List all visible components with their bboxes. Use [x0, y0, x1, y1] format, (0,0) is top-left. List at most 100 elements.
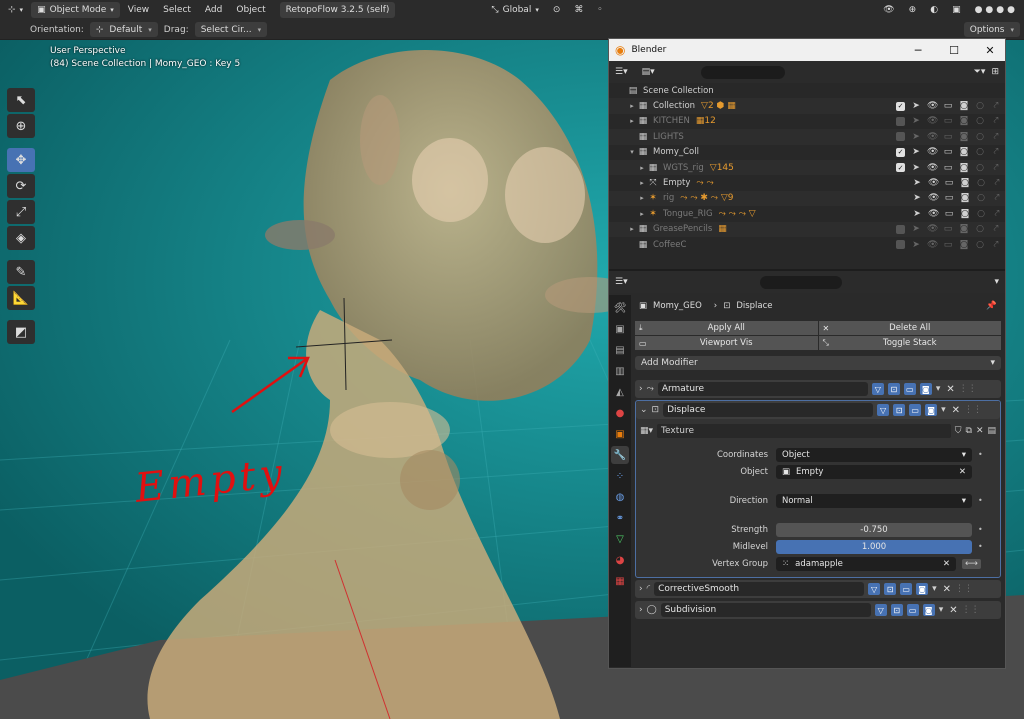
- monitor-icon[interactable]: ▭: [943, 101, 953, 111]
- view-layer-tab[interactable]: ▥: [611, 362, 629, 380]
- minimize-button[interactable]: ─: [903, 44, 933, 57]
- object-field[interactable]: ▣ Empty ✕: [776, 464, 972, 479]
- outliner-row[interactable]: ▸ ✶ Tongue_RIG ⤳ ⤳ ⤳ ▽ ➤ 👁 ▭ ◙ ○ ⤤: [609, 206, 1005, 221]
- clear-icon[interactable]: ✕: [943, 559, 950, 569]
- indirect-only-icon[interactable]: ⤤: [991, 116, 1001, 126]
- shading-buttons[interactable]: ●●●●: [969, 2, 1024, 18]
- direction-dropdown[interactable]: Normal ▾: [776, 493, 972, 508]
- holdout-icon[interactable]: ○: [975, 224, 985, 234]
- drag-handle-icon[interactable]: ⋮⋮: [964, 405, 982, 415]
- editmode-toggle-icon[interactable]: ▽: [877, 404, 890, 416]
- mode-dropdown[interactable]: ▣ Object Mode ▾: [31, 2, 120, 18]
- indirect-only-icon[interactable]: ⤤: [991, 224, 1001, 234]
- keyframe-dot-icon[interactable]: •: [978, 525, 983, 534]
- chevron-down-icon[interactable]: ▾: [941, 405, 946, 415]
- eye-icon[interactable]: 👁: [927, 132, 938, 142]
- texture-tab[interactable]: ▦: [611, 572, 629, 590]
- select-arrow-icon[interactable]: ➤: [912, 178, 922, 188]
- viewport-toggle-icon[interactable]: ▭: [903, 383, 916, 395]
- monitor-icon[interactable]: ▭: [943, 240, 953, 250]
- camera-icon[interactable]: ◙: [960, 209, 970, 219]
- select-arrow-icon[interactable]: ➤: [911, 116, 921, 126]
- holdout-icon[interactable]: ○: [975, 116, 985, 126]
- holdout-icon[interactable]: ○: [975, 101, 985, 111]
- chevron-down-icon[interactable]: ▾: [936, 384, 941, 394]
- properties-options-button[interactable]: ▾: [994, 277, 999, 287]
- new-collection-icon[interactable]: ⊞: [991, 67, 999, 77]
- camera-icon[interactable]: ◙: [959, 147, 969, 157]
- expand-arrow-icon[interactable]: ▸: [637, 194, 647, 202]
- camera-icon[interactable]: ◙: [959, 240, 969, 250]
- viewport-toggle-icon[interactable]: ▭: [909, 404, 922, 416]
- properties-search-input[interactable]: [759, 275, 842, 289]
- orientation-dropdown[interactable]: ⤡ Global ▾: [485, 2, 544, 18]
- proportional-button[interactable]: ◦: [591, 2, 608, 18]
- expand-arrow-icon[interactable]: ›: [639, 605, 643, 615]
- viewport-toggle-icon[interactable]: ▭: [906, 604, 919, 616]
- data-tab[interactable]: ▽: [611, 530, 629, 548]
- drag-setting[interactable]: Select Cir... ▾: [194, 22, 268, 37]
- expand-arrow-icon[interactable]: ▸: [627, 102, 637, 110]
- outliner-row[interactable]: ▸ ▦ WGTS_rig ▽145 ✓ ➤ 👁 ▭ ◙ ○ ⤤: [609, 159, 1005, 176]
- indirect-only-icon[interactable]: ⤤: [991, 240, 1001, 250]
- drag-handle-icon[interactable]: ⋮⋮: [962, 605, 980, 615]
- subdivision-name-field[interactable]: Subdivision: [660, 603, 871, 617]
- expand-arrow-icon[interactable]: ▸: [627, 117, 637, 125]
- holdout-icon[interactable]: ○: [975, 132, 985, 142]
- eye-icon[interactable]: 👁: [928, 178, 939, 188]
- menu-view[interactable]: View: [122, 5, 155, 15]
- outliner-row[interactable]: ▦ CoffeeC ➤ 👁 ▭ ◙ ○ ⤤: [609, 237, 1005, 252]
- retopoflow-button[interactable]: RetopoFlow 3.2.5 (self): [279, 2, 396, 18]
- pivot-button[interactable]: ⊙: [547, 2, 567, 18]
- annotate-tool-button[interactable]: ✎: [7, 260, 35, 284]
- eye-icon[interactable]: 👁: [927, 163, 938, 173]
- checker-texture-icon[interactable]: ▦▾: [640, 426, 653, 436]
- editmode-toggle-icon[interactable]: ▽: [868, 583, 881, 595]
- menu-object[interactable]: Object: [230, 5, 271, 15]
- expand-arrow-icon[interactable]: ▸: [627, 225, 637, 233]
- material-tab[interactable]: ◕: [611, 551, 629, 569]
- add-cube-tool-button[interactable]: ◩: [7, 320, 35, 344]
- output-tab[interactable]: ▤: [611, 341, 629, 359]
- corrective-name-field[interactable]: CorrectiveSmooth: [654, 582, 865, 596]
- camera-icon[interactable]: ◙: [959, 163, 969, 173]
- cage-toggle-icon[interactable]: ⊡: [893, 404, 906, 416]
- display-mode-button[interactable]: ▤▾: [642, 67, 655, 77]
- measure-tool-button[interactable]: 📐: [7, 286, 35, 310]
- drag-handle-icon[interactable]: ⋮⋮: [959, 384, 977, 394]
- select-arrow-icon[interactable]: ➤: [911, 163, 921, 173]
- camera-icon[interactable]: ◙: [959, 101, 969, 111]
- vertex-group-field[interactable]: ⁙ adamapple ✕: [776, 556, 956, 571]
- gizmo-button[interactable]: ⊕: [903, 2, 923, 18]
- indirect-only-icon[interactable]: ⤤: [992, 209, 1002, 219]
- cage-toggle-icon[interactable]: ⊡: [887, 383, 900, 395]
- select-arrow-icon[interactable]: ➤: [911, 132, 921, 142]
- monitor-icon[interactable]: ▭: [943, 132, 953, 142]
- render-toggle-icon[interactable]: ◙: [922, 604, 935, 616]
- snap-button[interactable]: ⌘: [568, 2, 589, 18]
- expand-arrow-icon[interactable]: ›: [639, 584, 643, 594]
- chevron-down-icon[interactable]: ▾: [939, 605, 944, 615]
- drag-handle-icon[interactable]: ⋮⋮: [955, 584, 973, 594]
- outliner-editor-type-button[interactable]: ☰▾: [615, 67, 628, 77]
- texture-field[interactable]: Texture: [657, 424, 951, 438]
- render-toggle-icon[interactable]: ◙: [919, 383, 932, 395]
- eye-icon[interactable]: 👁: [927, 101, 938, 111]
- exclude-checkbox[interactable]: ✓: [896, 101, 905, 111]
- camera-icon[interactable]: ◙: [959, 224, 969, 234]
- monitor-icon[interactable]: ▭: [944, 209, 954, 219]
- collapse-arrow-icon[interactable]: ⌄: [640, 405, 648, 415]
- holdout-icon[interactable]: ○: [976, 193, 986, 203]
- chevron-down-icon[interactable]: ▾: [932, 584, 937, 594]
- eye-icon[interactable]: 👁: [928, 209, 939, 219]
- indirect-only-icon[interactable]: ⤤: [992, 193, 1002, 203]
- outliner-row[interactable]: ▸ ▦ GreasePencils ▦ ➤ 👁 ▭ ◙ ○ ⤤: [609, 221, 1005, 237]
- holdout-icon[interactable]: ○: [976, 209, 986, 219]
- camera-icon[interactable]: ◙: [960, 178, 970, 188]
- camera-icon[interactable]: ◙: [959, 132, 969, 142]
- monitor-icon[interactable]: ▭: [943, 116, 953, 126]
- monitor-icon[interactable]: ▭: [943, 224, 953, 234]
- rotate-tool-button[interactable]: ⟳: [7, 174, 35, 198]
- monitor-icon[interactable]: ▭: [943, 163, 953, 173]
- filter-icon[interactable]: ⏷▾: [974, 67, 986, 77]
